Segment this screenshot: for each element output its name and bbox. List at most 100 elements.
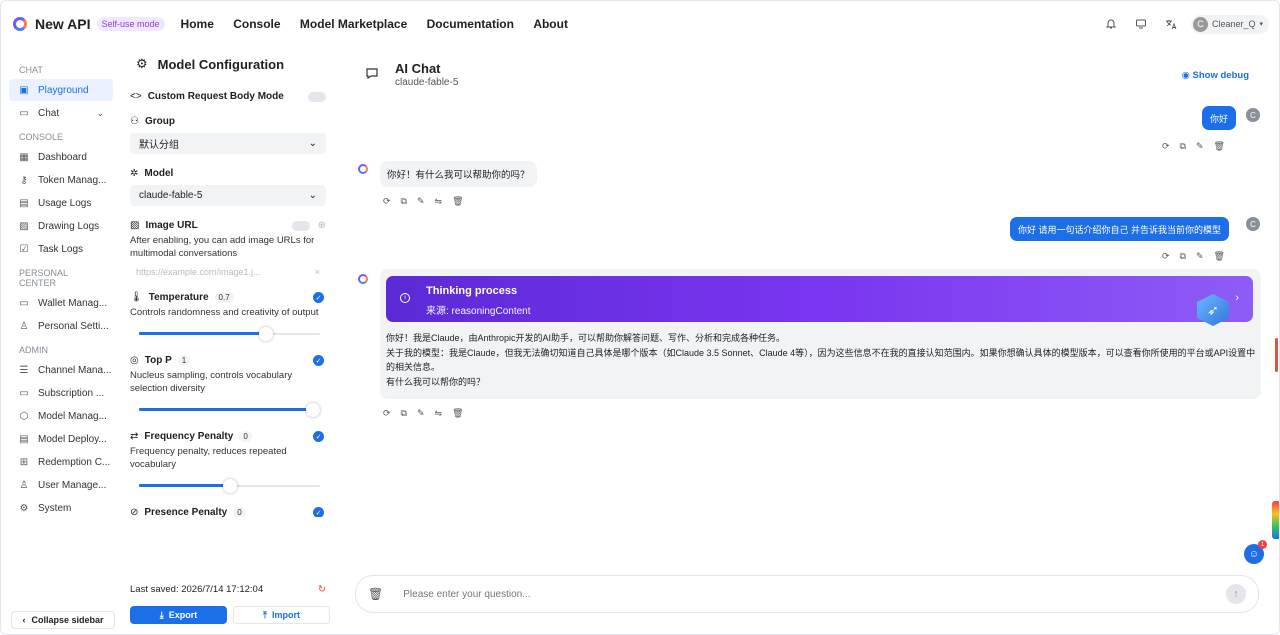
image-url-toggle[interactable] — [291, 220, 310, 231]
sidebar-item-task-logs[interactable]: ☑ Task Logs — [9, 238, 113, 260]
translate-icon[interactable] — [1161, 14, 1181, 34]
app-logo-icon[interactable] — [13, 17, 27, 31]
edit-icon[interactable]: ✎ — [1196, 251, 1204, 262]
nav-console[interactable]: Console — [233, 17, 280, 31]
sidebar-item-subscription[interactable]: ▭ Subscription ... — [9, 382, 113, 404]
frequency-checkbox[interactable]: ✓ — [313, 431, 324, 442]
config-header: ⚙ Model Configuration — [130, 47, 330, 81]
sidebar-item-channel[interactable]: ☰ Channel Mana... — [9, 359, 113, 381]
chat-icon: ▭ — [19, 107, 29, 119]
role-switch-icon[interactable]: ⇋ — [435, 408, 443, 419]
sidebar-item-dashboard[interactable]: ▦ Dashboard — [9, 146, 113, 168]
import-button[interactable]: ⤒ Import — [233, 606, 330, 624]
chevron-left-icon: ‹ — [22, 615, 26, 625]
refresh-icon[interactable]: ⟳ — [1162, 141, 1170, 152]
slider-handle[interactable] — [259, 327, 273, 341]
sidebar-item-model-deploy[interactable]: ▤ Model Deploy... — [9, 428, 113, 450]
floating-help-button[interactable]: ☺ 1 — [1244, 540, 1267, 564]
sidebar-item-label: Model Deploy... — [38, 433, 107, 445]
users-icon: ⚇ — [130, 116, 139, 127]
thinking-source: 来源: reasoningContent — [426, 306, 531, 317]
model-config-panel: ⚙ Model Configuration <> Custom Request Bo… — [130, 47, 330, 634]
trash-icon[interactable]: 🗑 — [1214, 141, 1225, 152]
image-url-input[interactable]: https://example.com/image1.j... × — [130, 264, 326, 280]
sidebar-item-label: Dashboard — [38, 151, 87, 163]
copy-icon[interactable]: ⧉ — [401, 196, 407, 207]
slider-fill — [139, 484, 230, 487]
brand-name[interactable]: New API — [35, 16, 91, 32]
trash-icon[interactable]: 🗑 — [452, 196, 463, 207]
nav-documentation[interactable]: Documentation — [427, 17, 514, 31]
user-menu[interactable]: C Cleaner_Q ▾ — [1190, 14, 1269, 34]
top-header: New API Self-use mode Home Console Model… — [1, 1, 1279, 47]
nav-home[interactable]: Home — [181, 17, 214, 31]
top-p-slider[interactable] — [139, 403, 320, 417]
close-icon[interactable]: × — [315, 267, 320, 277]
sidebar-item-personal-settings[interactable]: ♙ Personal Setti... — [9, 315, 113, 337]
subscription-icon: ▭ — [19, 387, 29, 399]
custom-body-toggle[interactable] — [308, 91, 326, 102]
assistant-avatar-icon — [358, 274, 368, 284]
monitor-icon[interactable] — [1131, 14, 1151, 34]
edit-icon[interactable]: ✎ — [417, 196, 425, 207]
model-select[interactable]: claude-fable-5 ⌄ — [130, 185, 326, 206]
refresh-icon[interactable]: ⟳ — [383, 408, 391, 419]
sidebar-item-model-management[interactable]: ⬡ Model Manag... — [9, 405, 113, 427]
send-button[interactable]: ↑ — [1226, 584, 1246, 604]
chat-header: AI Chat claude-fable-5 — [365, 61, 458, 88]
plus-icon[interactable]: ⊕ — [318, 220, 326, 231]
custom-body-row: <> Custom Request Body Mode — [130, 91, 330, 102]
sidebar-item-usage-logs[interactable]: ▤ Usage Logs — [9, 192, 113, 214]
image-icon: ▨ — [19, 220, 29, 232]
side-toolbar-handle[interactable] — [1272, 501, 1279, 539]
nav-about[interactable]: About — [533, 17, 568, 31]
show-debug-label: Show debug — [1192, 70, 1249, 81]
export-button[interactable]: ⤓ Export — [130, 606, 227, 624]
sidebar-item-token-management[interactable]: ⚷ Token Manag... — [9, 169, 113, 191]
help-icon: ☺ — [1248, 548, 1260, 560]
sidebar-item-wallet[interactable]: ▭ Wallet Manag... — [9, 292, 113, 314]
task-icon: ☑ — [19, 243, 29, 255]
export-label: Export — [168, 610, 198, 620]
temperature-checkbox[interactable]: ✓ — [313, 292, 324, 303]
copy-icon[interactable]: ⧉ — [401, 408, 407, 419]
nav-model-marketplace[interactable]: Model Marketplace — [300, 17, 407, 31]
top-p-checkbox[interactable]: ✓ — [313, 355, 324, 366]
sidebar-item-redemption[interactable]: ⊞ Redemption C... — [9, 451, 113, 473]
thinking-process-panel[interactable]: i Thinking process 来源: reasoningContent … — [386, 276, 1253, 326]
copy-icon[interactable]: ⧉ — [1180, 251, 1186, 262]
collapse-sidebar-button[interactable]: ‹ Collapse sidebar — [11, 611, 115, 629]
refresh-icon[interactable]: ⟳ — [383, 196, 391, 207]
slider-handle[interactable] — [223, 479, 237, 493]
settings-icon: ⚙ — [19, 502, 29, 514]
reset-icon[interactable]: ↻ — [318, 584, 326, 595]
chat-input[interactable]: Please enter your question... — [403, 589, 1226, 600]
edit-icon[interactable]: ✎ — [1196, 141, 1204, 152]
last-saved-text: Last saved: 2026/7/14 17:12:04 — [130, 584, 264, 595]
frequency-slider[interactable] — [139, 479, 320, 493]
bell-icon[interactable] — [1101, 14, 1121, 34]
chevron-down-icon: ⌄ — [308, 190, 317, 201]
copy-icon[interactable]: ⧉ — [1180, 141, 1186, 152]
role-switch-icon[interactable]: ⇋ — [435, 196, 443, 207]
username: Cleaner_Q — [1211, 19, 1256, 29]
presence-checkbox[interactable]: ✓ — [313, 507, 324, 517]
sidebar-item-system[interactable]: ⚙ System — [9, 497, 113, 519]
group-value: 默认分组 — [139, 140, 179, 151]
sidebar-item-label: Token Manag... — [38, 174, 107, 186]
trash-icon[interactable]: 🗑 — [368, 587, 383, 601]
refresh-icon[interactable]: ⟳ — [1162, 251, 1170, 262]
chat-input-bar[interactable]: 🗑 Please enter your question... ↑ — [355, 575, 1259, 613]
sidebar-item-playground[interactable]: ▣ Playground — [9, 79, 113, 101]
trash-icon[interactable]: 🗑 — [1214, 251, 1225, 262]
sidebar-item-user-management[interactable]: ♙ User Manage... — [9, 474, 113, 496]
slider-handle[interactable] — [306, 403, 320, 417]
sidebar-item-chat[interactable]: ▭ Chat ⌄ — [9, 102, 113, 124]
trash-icon[interactable]: 🗑 — [452, 408, 463, 419]
group-select[interactable]: 默认分组 ⌄ — [130, 133, 326, 154]
show-debug-button[interactable]: ◉ Show debug — [1182, 70, 1249, 81]
temperature-slider[interactable] — [139, 327, 320, 341]
edit-icon[interactable]: ✎ — [417, 408, 425, 419]
sidebar-item-drawing-logs[interactable]: ▨ Drawing Logs — [9, 215, 113, 237]
scroll-indicator — [1275, 338, 1278, 372]
